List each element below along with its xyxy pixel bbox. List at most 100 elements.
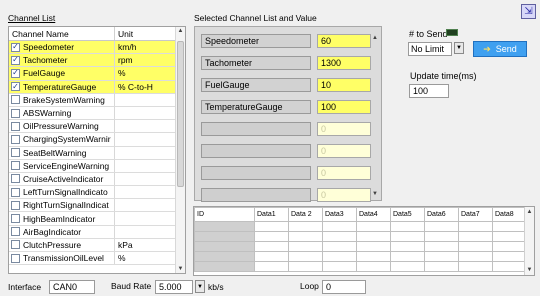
channel-checkbox[interactable] bbox=[11, 253, 20, 263]
column-header-name[interactable]: Channel Name bbox=[9, 27, 115, 40]
channel-checkbox[interactable] bbox=[11, 108, 20, 118]
selected-channel-value[interactable]: 0 bbox=[317, 166, 371, 180]
scroll-up-icon[interactable]: ▲ bbox=[525, 209, 534, 215]
channel-checkbox[interactable] bbox=[11, 240, 20, 250]
channel-name: SeatBeltWarning bbox=[23, 147, 87, 158]
channel-checkbox[interactable] bbox=[11, 214, 20, 224]
channel-row[interactable]: OilPressureWarning bbox=[9, 120, 185, 134]
channel-row[interactable]: ✓ Speedometer km/h bbox=[9, 41, 185, 55]
selected-channel-value[interactable]: 0 bbox=[317, 144, 371, 158]
selected-channel-value[interactable]: 1300 bbox=[317, 56, 371, 70]
send-button[interactable]: ➔ Send bbox=[473, 41, 527, 57]
channel-row[interactable]: HighBeamIndicator bbox=[9, 212, 185, 226]
selected-channel-name: TemperatureGauge bbox=[201, 100, 311, 114]
channel-checkbox[interactable] bbox=[11, 161, 20, 171]
update-time-input[interactable]: 100 bbox=[409, 84, 449, 98]
grid-data-cell bbox=[322, 221, 357, 232]
selected-channel-value[interactable]: 10 bbox=[317, 78, 371, 92]
grid-row[interactable] bbox=[194, 241, 527, 252]
channel-name: AirBagIndicator bbox=[23, 226, 82, 237]
selected-row: 0 bbox=[201, 166, 377, 180]
channel-checkbox[interactable]: ✓ bbox=[11, 68, 20, 78]
grid-row[interactable] bbox=[194, 221, 527, 232]
channel-checkbox[interactable] bbox=[11, 134, 20, 144]
send-count-value[interactable]: No Limit bbox=[408, 42, 452, 56]
grid-data-cell bbox=[492, 221, 527, 232]
chevron-down-icon[interactable]: ▼ bbox=[195, 280, 205, 293]
channel-row[interactable]: ChargingSystemWarnir bbox=[9, 133, 185, 147]
channel-list-table[interactable]: Channel Name Unit ✓ Speedometer km/h ✓ Tacho… bbox=[8, 26, 186, 274]
channel-row[interactable]: CruiseActiveIndicator bbox=[9, 172, 185, 187]
selected-channel-value[interactable]: 100 bbox=[317, 100, 371, 114]
channel-row[interactable]: ✓ FuelGauge% bbox=[9, 67, 185, 81]
send-count-select[interactable]: No Limit ▼ bbox=[408, 42, 464, 56]
channel-checkbox[interactable] bbox=[11, 187, 20, 197]
channel-checkbox[interactable] bbox=[11, 148, 20, 158]
baud-rate-select[interactable]: 5.000 ▼ bbox=[155, 280, 205, 294]
chevron-down-icon[interactable]: ▼ bbox=[454, 42, 464, 54]
exit-icon[interactable]: ⇲ bbox=[521, 4, 536, 19]
selected-channel-value[interactable]: 0 bbox=[317, 188, 371, 202]
scroll-up-icon[interactable]: ▲ bbox=[176, 28, 185, 34]
message-data-grid[interactable]: ID Data1 Data 2 Data3 Data4 Data5 Data6 Data7 Da… bbox=[193, 206, 535, 276]
channel-list-title: Channel List bbox=[8, 13, 56, 23]
baud-rate-value[interactable]: 5.000 bbox=[155, 280, 193, 294]
scroll-down-icon[interactable]: ▼ bbox=[371, 191, 379, 197]
scroll-up-icon[interactable]: ▲ bbox=[371, 35, 379, 41]
channel-row[interactable]: RightTurnSignalIndicat bbox=[9, 199, 185, 213]
grid-row[interactable] bbox=[194, 251, 527, 262]
scrollbar-thumb[interactable] bbox=[177, 41, 184, 187]
channel-row[interactable]: ✓ Tachometer rpm bbox=[9, 54, 185, 68]
grid-header-cell: ID bbox=[194, 207, 255, 222]
selected-channel-value[interactable]: 0 bbox=[317, 122, 371, 136]
channel-name: LeftTurnSignalIndicato bbox=[23, 187, 108, 198]
channel-row[interactable]: ClutchPressure kPa bbox=[9, 238, 185, 252]
scroll-down-icon[interactable]: ▼ bbox=[176, 266, 185, 272]
channel-checkbox[interactable]: ✓ bbox=[11, 82, 20, 92]
channel-checkbox[interactable] bbox=[11, 227, 20, 237]
scroll-down-icon[interactable]: ▼ bbox=[525, 267, 534, 273]
channel-checkbox[interactable]: ✓ bbox=[11, 55, 20, 65]
channel-checkbox[interactable] bbox=[11, 200, 20, 210]
channel-name: TransmissionOilLevel bbox=[23, 253, 104, 264]
channel-checkbox[interactable] bbox=[11, 174, 20, 184]
channel-row[interactable]: SeatBeltWarning bbox=[9, 146, 185, 160]
channel-list-scrollbar[interactable]: ▲ ▼ bbox=[175, 27, 185, 273]
loop-label: Loop bbox=[300, 281, 319, 291]
channel-checkbox[interactable] bbox=[11, 95, 20, 105]
channel-name-cell: ABSWarning bbox=[9, 106, 115, 120]
channel-checkbox[interactable] bbox=[11, 121, 20, 131]
channel-row[interactable]: BrakeSystemWarning bbox=[9, 93, 185, 107]
grid-data-cell bbox=[288, 231, 323, 242]
channel-row[interactable]: AirBagIndicator bbox=[9, 225, 185, 239]
column-header-unit[interactable]: Unit bbox=[115, 27, 175, 40]
grid-row[interactable] bbox=[194, 261, 527, 272]
channel-row[interactable]: ✓ TemperatureGauge % C-to-H bbox=[9, 80, 185, 94]
selected-channel-name bbox=[201, 144, 311, 158]
channel-name: RightTurnSignalIndicat bbox=[23, 200, 109, 211]
channel-row[interactable]: LeftTurnSignalIndicato bbox=[9, 186, 185, 200]
grid-data-cell bbox=[322, 261, 357, 272]
channel-row[interactable]: ServiceEngineWarning bbox=[9, 159, 185, 173]
interface-field[interactable]: CAN0 bbox=[49, 280, 95, 294]
selected-channel-value[interactable]: 60 bbox=[317, 34, 371, 48]
channel-row[interactable]: TransmissionOilLevel% bbox=[9, 252, 185, 266]
channel-name-cell: LeftTurnSignalIndicato bbox=[9, 186, 115, 199]
channel-row[interactable]: ABSWarning bbox=[9, 106, 185, 121]
channel-name-cell: ✓ Tachometer bbox=[9, 54, 115, 67]
grid-data-cell bbox=[390, 251, 425, 262]
grid-data-cell bbox=[424, 251, 459, 262]
grid-row[interactable] bbox=[194, 231, 527, 242]
arrow-right-icon: ➔ bbox=[483, 43, 491, 54]
selected-channel-name: FuelGauge bbox=[201, 78, 311, 92]
grid-data-cell bbox=[356, 241, 391, 252]
grid-scrollbar[interactable]: ▲ ▼ bbox=[524, 207, 534, 275]
selected-row: 0 bbox=[201, 144, 377, 158]
grid-data-cell bbox=[356, 261, 391, 272]
grid-header-cell: Data8 bbox=[492, 207, 527, 222]
grid-data-cell bbox=[458, 241, 493, 252]
channel-name-cell: CruiseActiveIndicator bbox=[9, 172, 115, 186]
status-bar: Interface CAN0 Baud Rate 5.000 ▼ kb/s Lo… bbox=[0, 279, 540, 296]
selected-list-scrollbar[interactable]: ▲ ▼ bbox=[371, 29, 379, 199]
channel-checkbox[interactable]: ✓ bbox=[11, 42, 20, 52]
